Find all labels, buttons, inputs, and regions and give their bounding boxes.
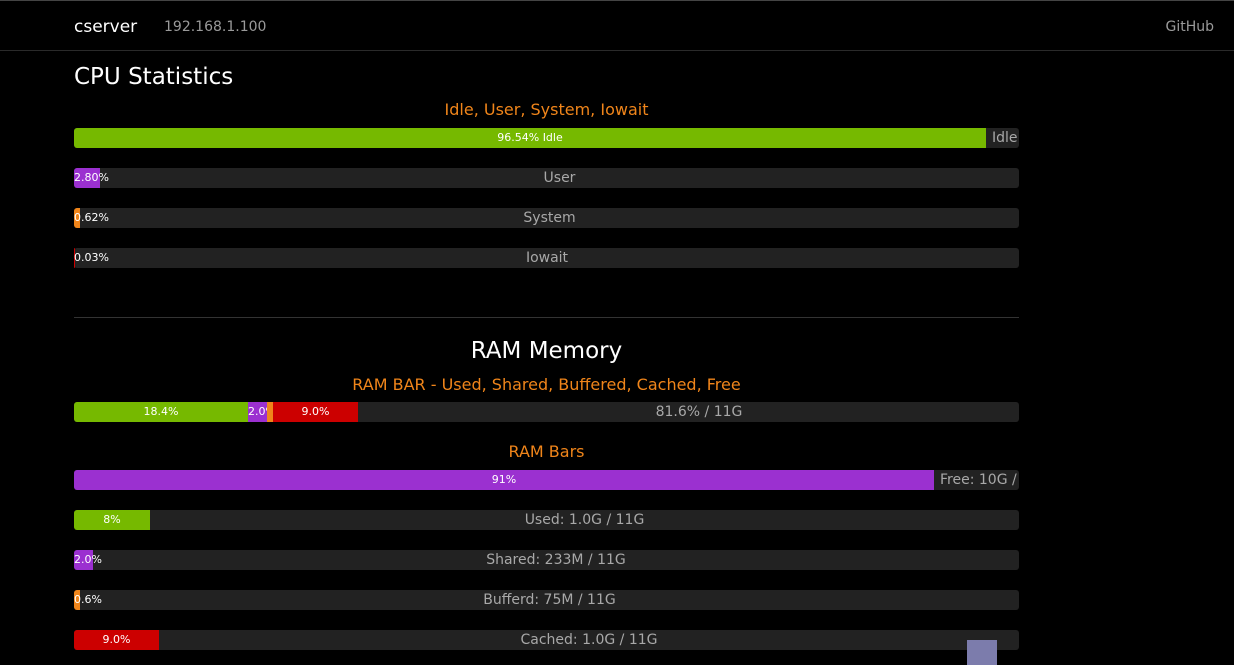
ram-stack-subtitle: RAM BAR - Used, Shared, Buffered, Cached… (352, 375, 741, 394)
ram-buffered-label: Bufferd: 75M / 11G (483, 592, 616, 608)
brand-link[interactable]: cserver (74, 17, 137, 37)
floating-widget[interactable] (967, 640, 997, 665)
ram-shared-label: Shared: 233M / 11G (486, 552, 626, 568)
github-link[interactable]: GitHub (1165, 19, 1214, 35)
ram-section-title: RAM Memory (470, 338, 623, 364)
ram-cached-bar: 9.0% Cached: 1.0G / 11G (74, 630, 1019, 650)
cpu-subtitle: Idle, User, System, Iowait (444, 100, 649, 119)
ram-cached-label: Cached: 1.0G / 11G (520, 632, 658, 648)
cpu-user-bar: 2.80% User (74, 168, 1019, 188)
cpu-system-bar: 0.62% System (74, 208, 1019, 228)
ram-stacked-bar: 81.6% / 11G 18.4%2.0%9.0% (74, 402, 1019, 422)
ram-free-bar: 91% Free: 10G / (74, 470, 1019, 490)
section-divider (74, 317, 1019, 318)
cpu-system-label: System (523, 210, 576, 226)
ram-free-value: 91% (491, 473, 517, 486)
ram-shared-bar: 2.0% Shared: 233M / 11G (74, 550, 1019, 570)
cpu-idle-bar: 96.54% Idle Idle (74, 128, 1019, 148)
cpu-iowait-bar: 0.03% Iowait (74, 248, 1019, 268)
server-ip: 192.168.1.100 (164, 19, 267, 35)
cpu-idle-value: 96.54% Idle (497, 131, 563, 144)
cpu-section-title: CPU Statistics (74, 64, 234, 90)
ram-buffered-bar: 0.6% Bufferd: 75M / 11G (74, 590, 1019, 610)
ram-stack-segment: 2.0% (248, 402, 267, 422)
cpu-iowait-label: Iowait (525, 250, 569, 266)
cpu-user-label: User (543, 170, 576, 186)
ram-stack-segment: 9.0% (273, 402, 358, 422)
ram-used-label: Used: 1.0G / 11G (524, 512, 645, 528)
ram-free-label: Free: 10G / (940, 472, 1017, 488)
ram-stack-segment: 18.4% (74, 402, 248, 422)
ram-used-bar: 8% Used: 1.0G / 11G (74, 510, 1019, 530)
top-navbar: cserver 192.168.1.100 GitHub (0, 0, 1234, 51)
cpu-idle-label: Idle (992, 130, 1018, 146)
ram-bars-subtitle: RAM Bars (508, 442, 585, 461)
